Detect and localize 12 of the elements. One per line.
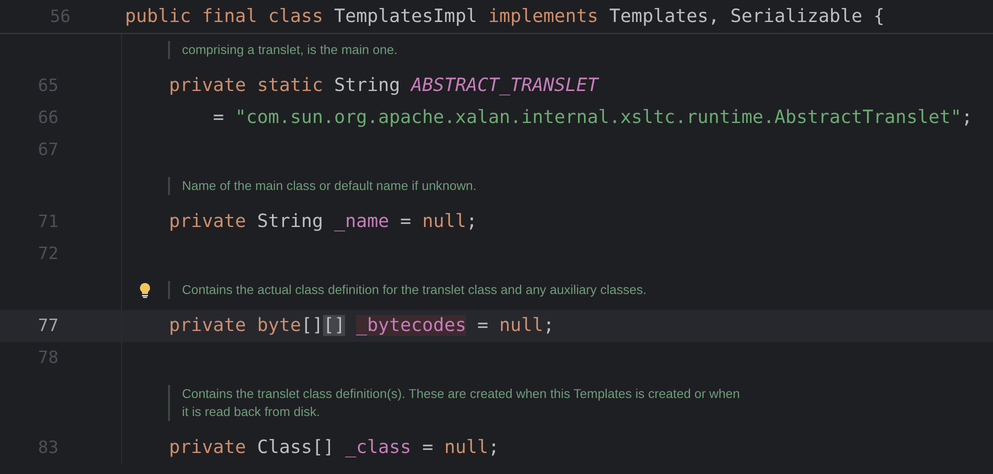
code-line: = "com.sun.org.apache.xalan.internal.xsltc.runtime.AbstractTranslet"; — [212, 106, 972, 130]
code-line: private Class[] _class = null; — [168, 436, 500, 460]
code-line: public final class TemplatesImpl implements Templates, Serializable { — [124, 4, 884, 28]
code-line: private String _name = null; — [168, 210, 478, 234]
line-number: 77 — [38, 316, 58, 336]
doc-comment: comprising a translet, is the main one. — [168, 41, 398, 59]
doc-comment: Name of the main class or default name if unknown. — [168, 177, 476, 195]
doc-comment: Contains the translet class definition(s). These are created when this Templates is created or when it is read back from disk. — [168, 385, 740, 421]
lightbulb-icon[interactable] — [139, 282, 151, 298]
code-line: private static String ABSTRACT_TRANSLET — [168, 74, 598, 98]
code-line: private byte[][] _bytecodes = null; — [168, 314, 554, 338]
doc-comment: Contains the actual class definition for the translet class and any auxiliary classes. — [168, 281, 646, 299]
